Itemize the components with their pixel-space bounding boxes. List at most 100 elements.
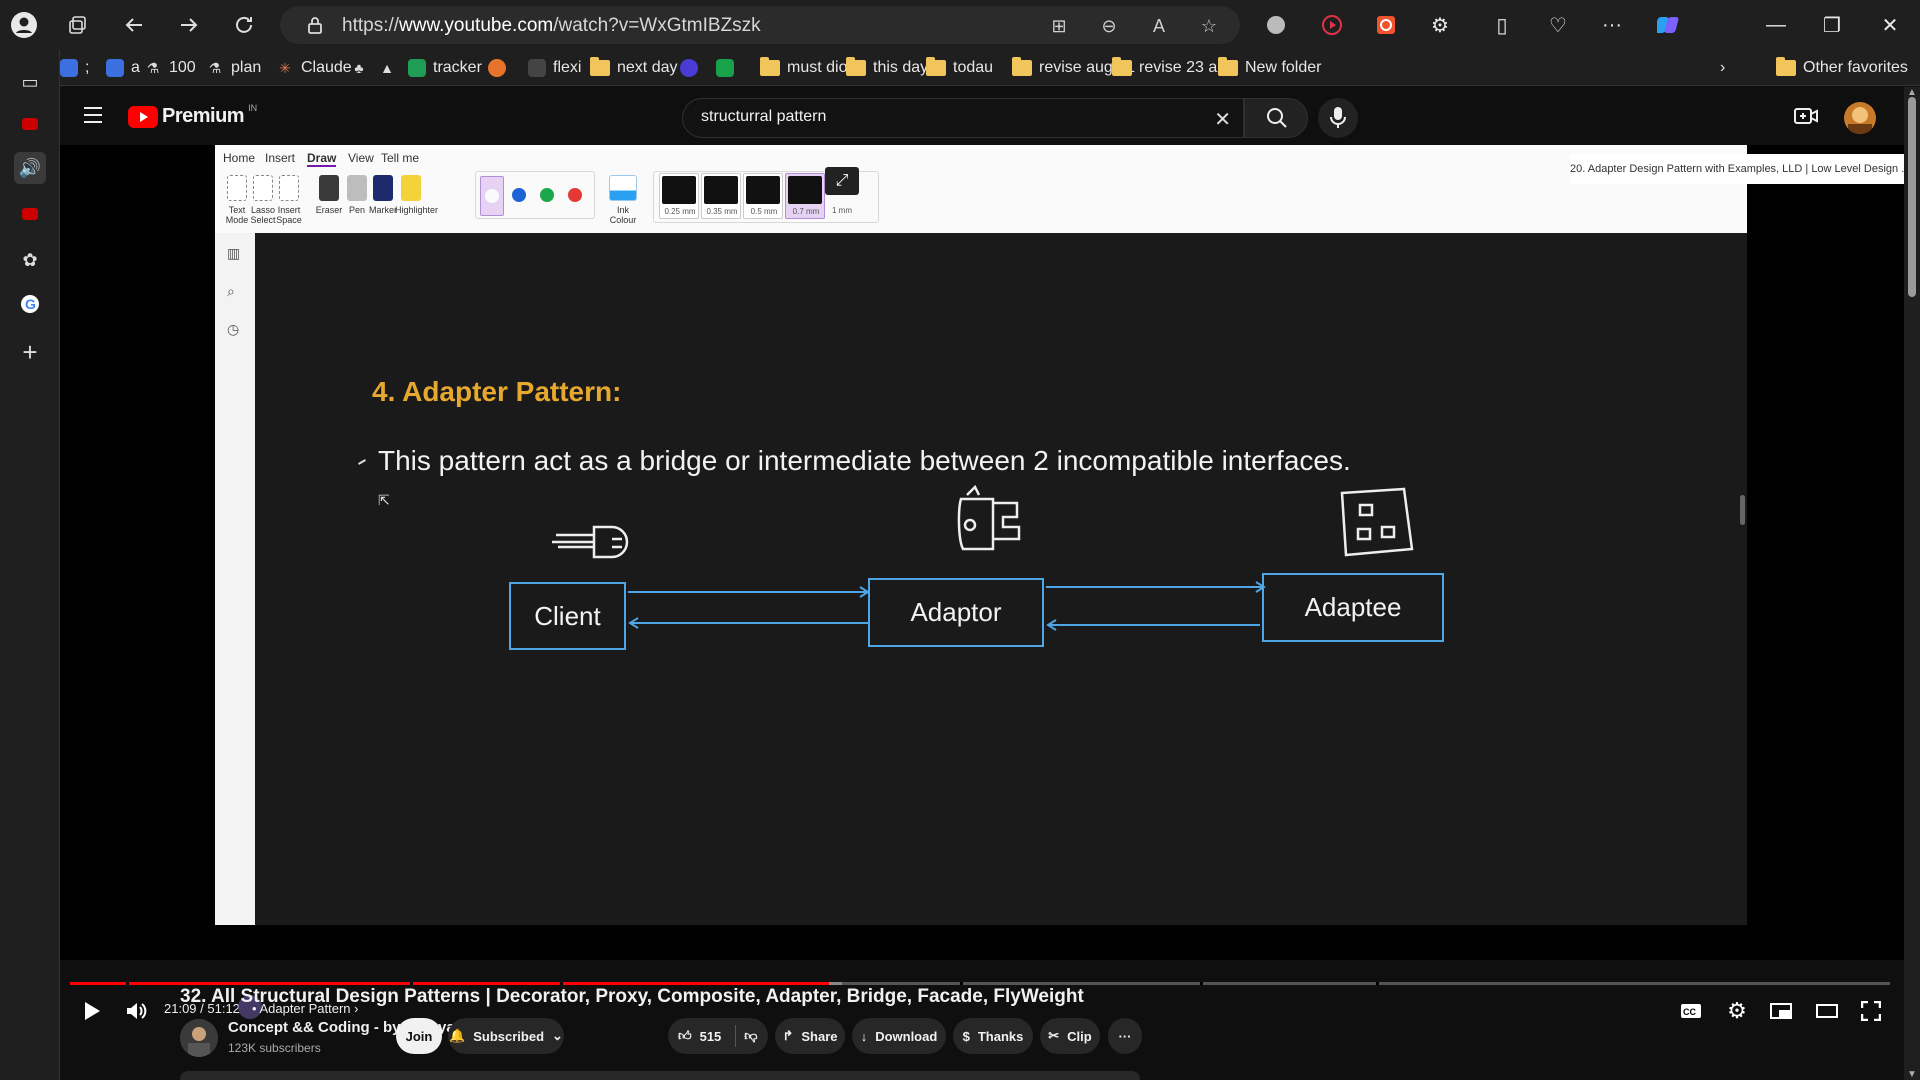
search-button[interactable] [1244, 98, 1308, 138]
bookmark-item[interactable] [680, 56, 698, 80]
pen-size-option[interactable]: 0.35 mm [701, 173, 741, 219]
chatgpt-icon[interactable]: ✿ [14, 244, 46, 276]
bookmark-item[interactable]: ⚗ 100 [144, 56, 196, 80]
youtube-logo[interactable]: Premium IN [128, 103, 257, 128]
bookmark-item[interactable]: this day [846, 56, 928, 80]
clear-search-icon[interactable]: ✕ [1214, 107, 1231, 132]
ribbon-expand-icon[interactable]: ⤢ [825, 167, 859, 195]
miniplayer-button[interactable] [1764, 993, 1798, 1029]
ribbon-tab[interactable]: Draw [307, 151, 337, 167]
create-icon[interactable] [1794, 105, 1818, 132]
url-text[interactable]: https://www.youtube.com/watch?v=WxGtmIBZ… [342, 15, 761, 37]
add-tab-icon[interactable]: + [14, 336, 46, 368]
bookmark-item[interactable]: New folder [1218, 56, 1321, 80]
youtube-tab-icon[interactable] [14, 108, 46, 140]
restore-icon[interactable]: ❐ [1818, 11, 1846, 39]
dislike-button[interactable]: 👎︎ [744, 1028, 757, 1044]
bookmark-item[interactable]: tracker [408, 56, 482, 80]
extension-3-icon[interactable] [1372, 11, 1400, 39]
menu-icon[interactable] [84, 107, 104, 123]
bookmark-item[interactable]: ✳ Claude [276, 56, 352, 80]
close-window-icon[interactable]: ✕ [1876, 11, 1904, 39]
extension-1-icon[interactable] [1262, 11, 1290, 39]
app-available-icon[interactable]: ⊞ [1048, 15, 1070, 37]
voice-search-button[interactable] [1318, 98, 1358, 138]
bookmark-item[interactable]: ; [60, 56, 89, 80]
favorite-star-icon[interactable]: ☆ [1198, 15, 1220, 37]
like-button[interactable]: 👍︎ 515 [678, 1028, 721, 1044]
bookmark-item[interactable]: ▲ [378, 56, 396, 80]
progress-bar[interactable] [70, 982, 1890, 985]
bookmark-item[interactable]: revise 23 aug [1112, 56, 1235, 80]
search-notes-icon[interactable]: ⌕ [227, 283, 235, 300]
forward-icon[interactable] [175, 11, 203, 39]
ribbon-tab[interactable]: Home [223, 151, 255, 165]
scroll-thumb[interactable] [1908, 97, 1916, 297]
ribbon-tool[interactable]: Highlighter [395, 175, 438, 215]
bookmark-item[interactable]: next day [590, 56, 677, 80]
bookmark-item[interactable]: a [106, 56, 140, 80]
address-bar[interactable]: https://www.youtube.com/watch?v=WxGtmIBZ… [280, 6, 1240, 44]
extension-2-icon[interactable] [1318, 11, 1346, 39]
channel-avatar[interactable] [180, 1019, 218, 1057]
bookmarks-overflow-icon[interactable]: › [1720, 56, 1725, 80]
ink-color-white[interactable] [480, 176, 504, 216]
clip-button[interactable]: ✂ Clip [1040, 1018, 1100, 1054]
captions-button[interactable]: CC [1674, 993, 1708, 1029]
recent-icon[interactable]: ◷ [227, 321, 239, 338]
performance-icon[interactable]: ♡ [1544, 11, 1572, 39]
page-scrollbar[interactable]: ▲ ▼ [1904, 87, 1920, 1080]
more-actions-button[interactable]: ··· [1108, 1018, 1142, 1054]
extensions-icon[interactable]: ⚙ [1426, 11, 1454, 39]
bookmark-item[interactable]: ♣ [350, 56, 368, 80]
pen-size-option[interactable]: 0.5 mm [743, 173, 783, 219]
video-info-overlay[interactable]: 20. Adapter Design Pattern with Examples… [1570, 154, 1920, 184]
bookmark-item[interactable] [488, 56, 506, 80]
bookmark-item[interactable]: ⚗ plan [206, 56, 262, 80]
bookmark-item[interactable]: flexi [528, 56, 581, 80]
ink-color-red[interactable] [568, 188, 582, 202]
channel-name[interactable]: Concept && Coding - by Shrayansh [228, 1019, 481, 1036]
bookmark-item[interactable]: todau [926, 56, 993, 80]
audio-playing-icon[interactable]: 🔊 [14, 152, 46, 184]
more-menu-icon[interactable]: ··· [1598, 11, 1626, 39]
other-favorites[interactable]: Other favorites [1776, 56, 1908, 80]
minimize-icon[interactable]: — [1762, 11, 1790, 39]
side-scroll-handle[interactable] [1740, 495, 1745, 525]
mute-button[interactable] [120, 993, 152, 1029]
scroll-down-icon[interactable]: ▼ [1907, 1069, 1917, 1080]
ink-color-blue[interactable] [512, 188, 526, 202]
search-input[interactable] [699, 107, 1159, 127]
lock-icon[interactable] [304, 14, 326, 36]
user-avatar[interactable] [1844, 102, 1876, 134]
ribbon-tab[interactable]: Insert [265, 151, 295, 165]
pen-size-option[interactable]: 0.7 mm [785, 173, 825, 219]
notebooks-icon[interactable]: ▥ [227, 245, 240, 262]
back-icon[interactable] [120, 11, 148, 39]
subscribed-button[interactable]: 🔔 Subscribed ⌄ [448, 1018, 564, 1054]
ink-colour-tool[interactable]: Ink Colour [605, 175, 641, 225]
bookmark-item[interactable]: must dio [760, 56, 847, 80]
join-button[interactable]: Join [396, 1018, 442, 1054]
tabs-icon[interactable]: ▭ [14, 66, 46, 98]
youtube-tab-2-icon[interactable] [14, 198, 46, 230]
profile-icon[interactable] [10, 11, 38, 39]
download-button[interactable]: ↓ Download [852, 1018, 946, 1054]
play-button[interactable] [76, 993, 108, 1029]
ribbon-tool[interactable]: Insert Space [273, 175, 305, 225]
thanks-button[interactable]: $ Thanks [953, 1018, 1033, 1054]
zoom-icon[interactable]: ⊖ [1098, 15, 1120, 37]
theater-mode-button[interactable] [1810, 993, 1844, 1029]
google-icon[interactable]: G [14, 288, 46, 320]
workspaces-icon[interactable] [64, 11, 92, 39]
ink-color-green[interactable] [540, 188, 554, 202]
ribbon-tab[interactable]: View [348, 151, 374, 165]
video-player[interactable]: Home Insert Draw View Tell me Text Mode Lasso… [60, 145, 1920, 1023]
copilot-icon[interactable] [1656, 11, 1684, 39]
pen-size-option[interactable]: 0.25 mm [659, 173, 699, 219]
bookmark-item[interactable] [716, 56, 734, 80]
refresh-icon[interactable] [230, 11, 258, 39]
ribbon-tab[interactable]: Tell me [381, 151, 419, 165]
read-aloud-icon[interactable]: A [1148, 15, 1170, 37]
settings-button[interactable]: ⚙ [1720, 993, 1754, 1029]
